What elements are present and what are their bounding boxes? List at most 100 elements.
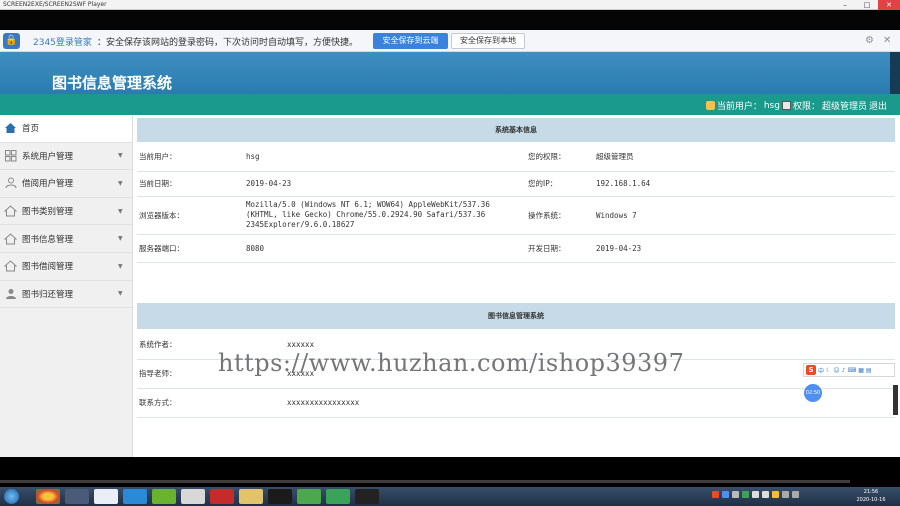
tray-icon[interactable] [772, 491, 779, 498]
grid-icon[interactable]: ▤ [866, 367, 872, 374]
player-controls [0, 457, 900, 487]
document-icon[interactable] [181, 489, 205, 504]
keyboard-icon[interactable]: ⌨ [848, 367, 857, 374]
table-row: 联系方式： xxxxxxxxxxxxxxxx [137, 388, 895, 418]
lock-icon: 🔒 [3, 33, 20, 49]
info-value: 192.168.1.64 [594, 171, 895, 197]
letterbox-top [0, 11, 900, 30]
folder-icon[interactable] [239, 489, 263, 504]
maximize-button[interactable]: □ [856, 0, 878, 10]
info-label: 当前用户： [137, 142, 244, 172]
app-icon[interactable] [65, 489, 89, 504]
scrollbar-thumb[interactable] [893, 385, 898, 415]
info-value: 超级管理员 [594, 142, 895, 172]
role-icon [781, 101, 791, 110]
close-icon[interactable]: ✕ [883, 35, 891, 46]
info-label: 操作系统： [526, 196, 594, 235]
header-edge [890, 52, 900, 94]
sidebar-item-home[interactable]: 首页 [0, 115, 132, 143]
app-icon[interactable] [152, 489, 176, 504]
house-icon [4, 205, 17, 217]
tray-icon[interactable] [712, 491, 719, 498]
clock-time: 21:56 [863, 489, 879, 495]
table-row: 服务器端口： 8080 开发日期： 2019-04-23 [137, 234, 895, 263]
sidebar-item-label: 首页 [22, 124, 40, 135]
browser-viewport: 🔒 2345登录管家 ：安全保存该网站的登录密码，下次访问时自动填写，方便快捷。… [0, 30, 900, 457]
app-header: 图书信息管理系统 [0, 52, 900, 94]
app-icon[interactable] [355, 489, 379, 504]
chrome-icon[interactable] [36, 489, 60, 504]
progress-track[interactable] [0, 480, 850, 483]
info-label: 您的IP： [526, 171, 594, 197]
tray-icon[interactable] [742, 491, 749, 498]
ime-toolbar[interactable]: S 中 ☾ ☺ ♪ ⌨ ▦ ▤ [803, 363, 895, 377]
browser-version-value: Mozilla/5.0 (Windows NT 6.1; WOW64) Appl… [244, 196, 526, 235]
info-label: 服务器端口： [137, 234, 244, 263]
emoji-icon[interactable]: ☺ [833, 367, 839, 374]
current-user: hsg [763, 100, 780, 111]
user-info: 当前用户： hsg 权限： 超级管理员 退出 [705, 99, 887, 112]
home-icon [4, 122, 17, 134]
app-icon[interactable] [94, 489, 118, 504]
app-icon[interactable] [326, 489, 350, 504]
minimize-button[interactable]: – [834, 0, 856, 10]
table-row: 浏览器版本： Mozilla/5.0 (Windows NT 6.1; WOW6… [137, 196, 895, 235]
watermark-text: https://www.huzhan.com/ishop39397 [218, 349, 685, 377]
qq-icon[interactable] [268, 489, 292, 504]
password-manager-brand[interactable]: 2345登录管家 [33, 35, 92, 48]
password-manager-bar: 🔒 2345登录管家 ：安全保存该网站的登录密码，下次访问时自动填写，方便快捷。… [0, 30, 900, 52]
browser-icon[interactable] [123, 489, 147, 504]
sidebar-item-book-return[interactable]: 图书归还管理 ▼ [0, 281, 132, 309]
tray-icon[interactable] [752, 491, 759, 498]
system-info-table: 当前用户： hsg 您的权限： 超级管理员 当前日期： 2019-04-23 您… [137, 142, 895, 263]
taskbar-clock[interactable]: 21:56 2020-10-16 [846, 488, 896, 504]
info-value: 2019-04-23 [244, 171, 526, 197]
network-icon[interactable] [792, 491, 799, 498]
role-label: 权限： [792, 102, 820, 112]
window-controls: – □ ✕ [834, 0, 900, 10]
chevron-down-icon: ▼ [118, 262, 123, 270]
tray-icon[interactable] [722, 491, 729, 498]
wechat-icon[interactable] [297, 489, 321, 504]
table-row: 当前用户： hsg 您的权限： 超级管理员 [137, 142, 895, 172]
clock-date: 2020-10-16 [856, 497, 886, 503]
start-button[interactable] [4, 489, 19, 504]
tray-icon[interactable] [732, 491, 739, 498]
chevron-down-icon: ▼ [118, 235, 123, 243]
info-value: Windows 7 [594, 196, 895, 235]
sidebar-item-label: 图书类别管理 [22, 207, 74, 218]
shirt-icon[interactable]: ▦ [858, 367, 864, 374]
tray-icon[interactable] [762, 491, 769, 498]
save-to-cloud-button[interactable]: 安全保存到云端 [373, 33, 448, 49]
about-heading: 图书信息管理系统 [137, 303, 895, 329]
save-locally-button[interactable]: 安全保存到本地 [451, 33, 525, 49]
moon-icon[interactable]: ☾ [826, 367, 831, 374]
info-label: 当前日期： [137, 171, 244, 197]
logout-link[interactable]: 退出 [869, 99, 887, 112]
close-button[interactable]: ✕ [878, 0, 900, 10]
info-label: 您的权限： [526, 142, 594, 172]
grid-icon [4, 149, 17, 162]
main-content: 系统基本信息 当前用户： hsg 您的权限： 超级管理员 当前日期： 2019-… [137, 115, 895, 457]
sidebar-item-book-categories[interactable]: 图书类别管理 ▼ [0, 198, 132, 226]
sidebar-item-book-borrowing[interactable]: 图书借阅管理 ▼ [0, 253, 132, 281]
windows-taskbar: 21:56 2020-10-16 [0, 487, 900, 506]
user-bar: 当前用户： hsg 权限： 超级管理员 退出 [0, 94, 900, 115]
volume-icon[interactable] [782, 491, 789, 498]
sidebar-item-book-info[interactable]: 图书信息管理 ▼ [0, 225, 132, 253]
window-titlebar: SCREEN2EXE/SCREEN2SWF Player – □ ✕ [0, 0, 900, 10]
timer-badge[interactable]: 02:50 [804, 384, 822, 402]
flash-icon[interactable] [210, 489, 234, 504]
sidebar-item-label: 系统用户管理 [22, 151, 74, 162]
current-user-label: 当前用户： [716, 102, 762, 112]
mic-icon[interactable]: ♪ [842, 367, 846, 374]
ime-mode-label[interactable]: 中 [818, 366, 824, 375]
password-manager-message: ：安全保存该网站的登录密码，下次访问时自动填写，方便快捷。 [97, 38, 359, 48]
info-value: hsg [244, 142, 526, 172]
user-icon [4, 177, 17, 189]
table-row: 当前日期： 2019-04-23 您的IP： 192.168.1.64 [137, 171, 895, 197]
sidebar-item-system-users[interactable]: 系统用户管理 ▼ [0, 143, 132, 171]
sidebar-item-borrow-users[interactable]: 借阅用户管理 ▼ [0, 170, 132, 198]
gear-icon[interactable]: ⚙ [865, 35, 874, 46]
window-title: SCREEN2EXE/SCREEN2SWF Player [3, 1, 107, 8]
